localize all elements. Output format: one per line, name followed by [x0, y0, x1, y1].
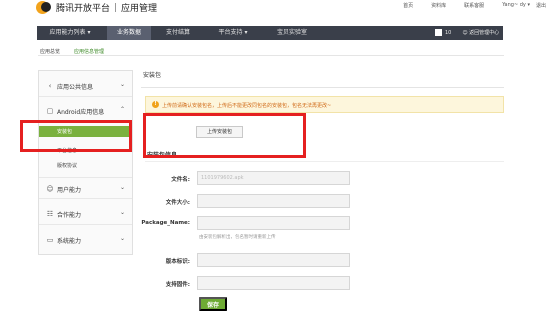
warning-alert: ! 上传前请确认安装包名，上传后不能更改同包名的安装包，包名无法再更改~	[145, 96, 504, 113]
save-button[interactable]: 保存	[199, 297, 227, 311]
user-menu[interactable]: Yang~ dy ▾	[502, 2, 530, 9]
sidebar-item-user-capability[interactable]: ☺ 用户能力 ⌄	[39, 177, 132, 199]
home-link[interactable]: 首页	[403, 2, 413, 9]
nav-business-data[interactable]: 业务数据	[107, 26, 151, 40]
handshake-icon: ☷	[46, 210, 54, 218]
filename-field[interactable]	[197, 171, 350, 185]
share-icon: ‹	[48, 82, 52, 90]
package-name-hint: 由安装包解析出，包名暂时请重新上传	[199, 235, 276, 240]
chevron-up-icon: ⌃	[119, 106, 125, 113]
version-label: 版本标识:	[165, 259, 190, 265]
warning-icon: !	[152, 101, 159, 108]
sidebar-item-android-info[interactable]: ▢ Android应用信息 ⌃	[39, 100, 132, 120]
top-links: 首页 资料库 联系客服 Yang~ dy ▾ 退出	[403, 2, 550, 9]
sidebar-item-label: 系统能力	[57, 238, 82, 245]
breadcrumb-overview[interactable]: 应用总览	[40, 48, 60, 55]
firmware-label: 支持固件:	[165, 282, 190, 288]
top-header: 腾讯开放平台 应用管理 首页 资料库 联系客服 Yang~ dy ▾ 退出	[0, 0, 550, 22]
version-field[interactable]	[197, 253, 350, 267]
user-icon: ☺	[46, 185, 54, 193]
title-divider	[141, 87, 504, 88]
sidebar: ‹ 应用公共信息 ⌄ ▢ Android应用信息 ⌃ 安装包 平台信息 版权协议…	[38, 70, 133, 255]
highlight-box-upload	[143, 113, 306, 158]
section-divider	[145, 161, 504, 162]
monitor-icon: ▭	[46, 236, 54, 244]
highlight-box-sidebar	[20, 120, 132, 152]
sidebar-item-cooperation[interactable]: ☷ 合作能力 ⌄	[39, 203, 132, 225]
logo-circle-dark	[41, 2, 51, 12]
message-count: 10	[445, 29, 452, 36]
firmware-field[interactable]	[197, 276, 350, 290]
back-to-center-link[interactable]: ☺ 返回管理中心	[462, 29, 499, 36]
brand-title[interactable]: 腾讯开放平台	[56, 1, 110, 14]
package-name-field[interactable]	[197, 216, 350, 230]
sidebar-item-system[interactable]: ▭ 系统能力 ⌄	[39, 229, 132, 251]
main-nav: 应用能力列表 ▾ 业务数据 支付结算 平台支持 ▾ 宝贝实验室 10 ☺ 返回管…	[37, 26, 503, 40]
sidebar-item-label: 合作能力	[57, 212, 82, 219]
sidebar-item-label: 用户能力	[57, 187, 82, 194]
nav-payment[interactable]: 支付结算	[156, 26, 200, 40]
sidebar-sub-label: 版权协议	[57, 163, 78, 169]
chevron-down-icon: ⌄	[119, 81, 125, 88]
sidebar-item-public-info[interactable]: ‹ 应用公共信息 ⌄	[39, 75, 132, 97]
brand-subtitle: 应用管理	[121, 4, 158, 14]
brand-divider	[115, 3, 116, 12]
filename-label: 文件名:	[171, 177, 190, 183]
breadcrumb-app-info[interactable]: 应用信息管理	[74, 48, 104, 55]
sidebar-item-label: Android应用信息	[57, 109, 105, 116]
page-title: 安装包	[143, 72, 162, 79]
logout-link[interactable]: 退出	[536, 2, 546, 9]
filesize-field[interactable]	[197, 194, 350, 208]
support-link[interactable]: 联系客服	[464, 2, 484, 9]
chevron-down-icon: ⌄	[119, 235, 125, 242]
tencent-logo[interactable]	[36, 0, 54, 14]
chevron-down-icon: ⌄	[119, 184, 125, 191]
breadcrumb: 应用总览 应用信息管理	[38, 44, 504, 56]
alert-text: 上传前请确认安装包名，上传后不能更改同包名的安装包，包名无法再更改~	[162, 103, 332, 109]
sidebar-sub-copyright[interactable]: 版权协议	[39, 160, 132, 171]
nav-app-capabilities[interactable]: 应用能力列表 ▾	[39, 26, 101, 40]
docs-link[interactable]: 资料库	[431, 2, 446, 9]
chevron-down-icon: ⌄	[119, 209, 125, 216]
android-icon: ▢	[46, 107, 54, 115]
message-icon[interactable]	[435, 29, 442, 36]
package-name-label: Package_Name:	[141, 220, 190, 226]
nav-right: 10 ☺ 返回管理中心	[435, 29, 499, 36]
nav-platform-support[interactable]: 平台支持 ▾	[205, 26, 261, 40]
sidebar-item-label: 应用公共信息	[57, 84, 94, 91]
filesize-label: 文件大小:	[165, 200, 190, 206]
nav-lab[interactable]: 宝贝实验室	[266, 26, 318, 40]
